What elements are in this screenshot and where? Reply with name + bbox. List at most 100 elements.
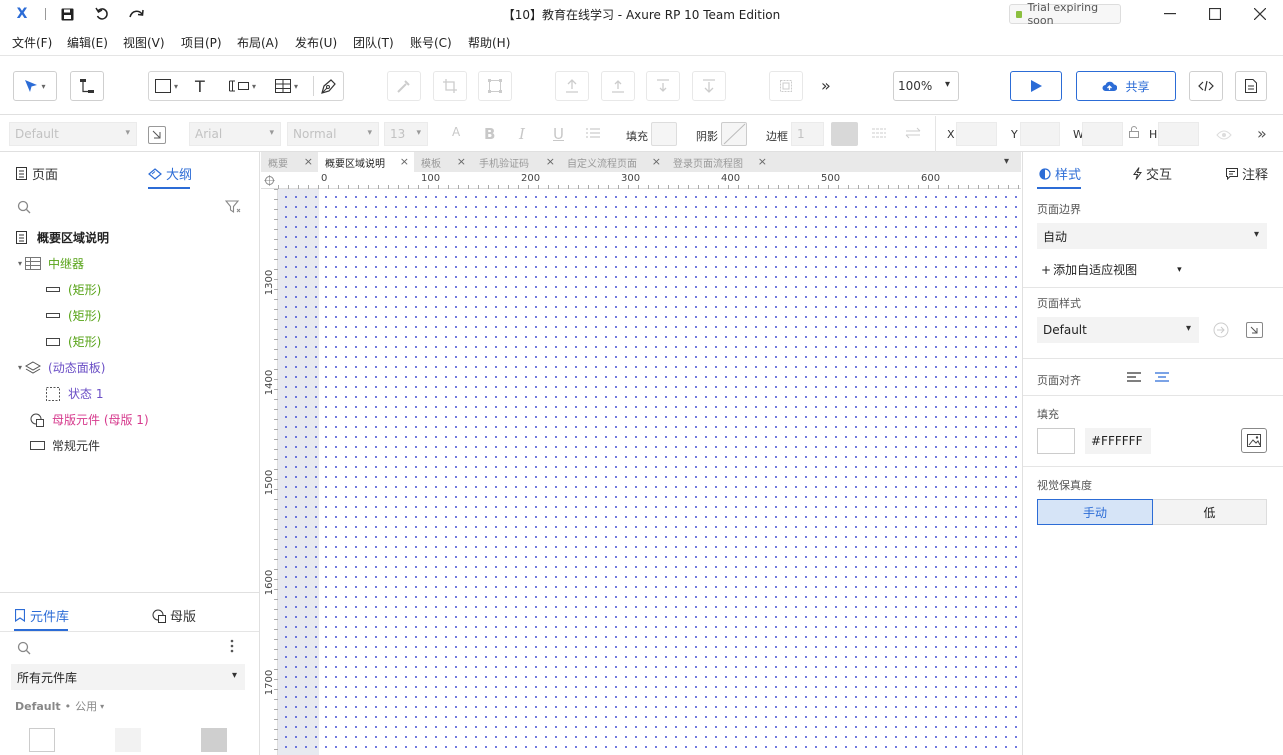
border-style-icon[interactable] (872, 125, 886, 143)
page-style-select[interactable]: Default ▾ (1037, 317, 1199, 343)
menu-help[interactable]: 帮助(H) (468, 34, 510, 51)
x-input[interactable] (956, 122, 997, 146)
outline-item-repeater[interactable]: ▾ 中继器 (18, 255, 84, 272)
align-center-icon[interactable] (1154, 371, 1170, 386)
more-tools-icon[interactable]: » (821, 76, 831, 95)
fidelity-manual-button[interactable]: 手动 (1037, 499, 1153, 525)
close-tab-icon[interactable]: × (758, 155, 767, 168)
tab-interactions[interactable]: 交互 (1133, 164, 1172, 183)
doc-tab[interactable]: 概要 × (261, 152, 318, 172)
code-button[interactable] (1189, 71, 1223, 101)
group-button[interactable] (769, 71, 803, 101)
add-adaptive-view-button[interactable]: + 添加自适应视图 ▾ (1041, 261, 1182, 278)
ruler-origin-icon[interactable] (264, 175, 275, 189)
menu-view[interactable]: 视图(V) (123, 34, 165, 51)
outline-item-state[interactable]: 状态 1 (46, 385, 103, 402)
doc-tab[interactable]: 模板 × (414, 152, 471, 172)
fill-hex-input[interactable]: #FFFFFF (1085, 428, 1151, 454)
menu-publish[interactable]: 发布(U) (295, 34, 337, 51)
doc-tab-active[interactable]: 概要区域说明 × (318, 152, 414, 172)
menu-team[interactable]: 团队(T) (353, 34, 394, 51)
menu-project[interactable]: 项目(P) (181, 34, 222, 51)
input-tool[interactable]: ▾ (229, 79, 256, 93)
bring-forward-button[interactable] (601, 71, 635, 101)
send-back-button[interactable] (692, 71, 726, 101)
crop-button[interactable] (433, 71, 467, 101)
page-dimension-select[interactable]: 自动 ▾ (1037, 223, 1267, 249)
font-color-icon[interactable]: A (452, 125, 460, 139)
tab-masters[interactable]: 母版 (152, 606, 196, 625)
outline-item-dynamic-panel[interactable]: ▾ (动态面板) (18, 359, 105, 376)
bold-icon[interactable]: B (484, 125, 495, 143)
fill-swatch[interactable] (651, 122, 677, 146)
close-tab-icon[interactable]: × (652, 155, 661, 168)
outline-item-page[interactable]: 概要区域说明 (16, 229, 109, 246)
style-manager-icon[interactable] (1246, 322, 1263, 338)
tab-libraries[interactable]: 元件库 (15, 606, 69, 625)
menu-account[interactable]: 账号(C) (410, 34, 452, 51)
more-vertical-icon[interactable] (230, 639, 234, 656)
arrow-style-icon[interactable] (905, 125, 921, 143)
search-icon[interactable] (17, 200, 31, 217)
underline-icon[interactable]: U (553, 125, 564, 143)
doc-tab[interactable]: 登录页面流程图 × (666, 152, 772, 172)
expand-caret-icon[interactable]: ▾ (18, 259, 22, 268)
close-tab-icon[interactable]: × (457, 155, 466, 168)
tab-outline[interactable]: 大纲 (148, 164, 192, 183)
menu-file[interactable]: 文件(F) (12, 34, 52, 51)
connector-tool-button[interactable] (70, 71, 104, 101)
widget-style-select[interactable]: Default ▾ (9, 122, 137, 146)
search-icon[interactable] (17, 641, 31, 658)
fill-image-icon[interactable] (1241, 428, 1267, 453)
tab-notes[interactable]: 注释 (1226, 164, 1268, 183)
apply-style-icon[interactable] (1213, 322, 1229, 341)
visibility-eye-icon[interactable] (1216, 126, 1232, 144)
outline-item-master[interactable]: 母版元件 (母版 1) (30, 411, 149, 428)
design-canvas[interactable] (278, 189, 1021, 755)
outline-item-widget[interactable]: 常规元件 (30, 437, 100, 454)
select-tool-button[interactable]: ▾ (13, 71, 57, 101)
border-color-swatch[interactable] (831, 122, 858, 146)
tab-overflow-chevron-icon[interactable]: ▾ (1004, 156, 1009, 167)
bring-front-button[interactable] (555, 71, 589, 101)
minimize-button[interactable] (1159, 4, 1181, 24)
expand-caret-icon[interactable]: ▾ (18, 363, 22, 372)
doc-tab[interactable]: 自定义流程页面 × (560, 152, 666, 172)
font-weight-select[interactable]: Normal ▾ (287, 122, 379, 146)
font-size-select[interactable]: 13 ▾ (384, 122, 428, 146)
table-tool[interactable]: ▾ (275, 79, 298, 93)
library-widget-image[interactable] (201, 728, 227, 752)
close-tab-icon[interactable]: × (400, 155, 409, 168)
transform-button[interactable] (478, 71, 512, 101)
h-input[interactable] (1158, 122, 1199, 146)
menu-arrange[interactable]: 布局(A) (237, 34, 279, 51)
lock-icon[interactable] (1129, 124, 1139, 142)
pen-tool-icon[interactable] (320, 77, 338, 98)
style-manager-icon[interactable] (148, 126, 166, 144)
doc-tab[interactable]: 手机验证码 × (472, 152, 560, 172)
preview-button[interactable] (1010, 71, 1062, 101)
outline-item-rect[interactable]: (矩形) (46, 281, 101, 298)
filter-icon[interactable] (224, 200, 241, 217)
shadow-swatch[interactable] (721, 122, 747, 146)
list-icon[interactable] (586, 125, 600, 143)
eyedropper-button[interactable] (387, 71, 421, 101)
send-backward-button[interactable] (646, 71, 680, 101)
maximize-button[interactable] (1204, 4, 1226, 24)
outline-item-rect[interactable]: (矩形) (46, 333, 101, 350)
zoom-select[interactable]: 100% ▾ (893, 71, 959, 101)
library-widget-box[interactable] (29, 728, 55, 752)
tab-pages[interactable]: 页面 (16, 164, 58, 183)
border-width-input[interactable]: 1 (791, 122, 824, 146)
italic-icon[interactable]: I (519, 125, 525, 143)
close-tab-icon[interactable]: × (304, 155, 313, 168)
fidelity-low-button[interactable]: 低 (1153, 499, 1267, 525)
text-tool-icon[interactable]: T (195, 77, 205, 96)
library-group[interactable]: Default • 公用 ▾ (15, 698, 104, 714)
y-input[interactable] (1020, 122, 1060, 146)
more-properties-icon[interactable]: » (1257, 124, 1267, 143)
trial-badge[interactable]: Trial expiring soon (1009, 1, 1121, 27)
tab-style[interactable]: 样式 (1039, 164, 1081, 183)
document-button[interactable] (1235, 71, 1267, 101)
menu-edit[interactable]: 编辑(E) (67, 34, 108, 51)
